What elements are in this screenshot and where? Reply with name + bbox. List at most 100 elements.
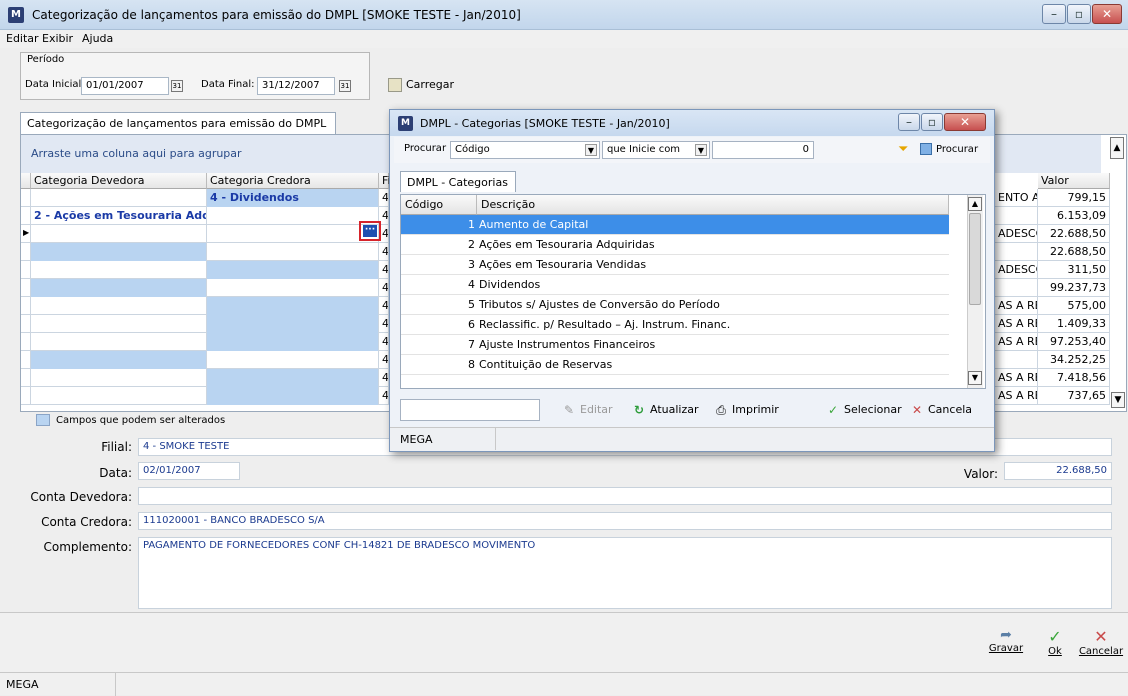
- cell-categoria-devedora[interactable]: [31, 351, 207, 369]
- row-indicator-cell[interactable]: [21, 189, 31, 207]
- cell-categoria-devedora[interactable]: [31, 333, 207, 351]
- dialog-scrollbar[interactable]: ▲ ▼: [967, 195, 983, 388]
- calendar-icon[interactable]: 31: [339, 80, 351, 92]
- gravar-button[interactable]: ➦ Gravar: [986, 627, 1026, 654]
- dialog-quick-input[interactable]: [400, 399, 540, 421]
- cell-categoria-credora[interactable]: [207, 333, 379, 351]
- dialog-scroll-up-button[interactable]: ▲: [968, 197, 982, 211]
- cell-categoria-devedora[interactable]: [31, 279, 207, 297]
- column-header-descricao[interactable]: Descrição: [477, 195, 949, 215]
- row-indicator-cell[interactable]: [21, 279, 31, 297]
- search-field-select[interactable]: Código ▼: [450, 141, 600, 159]
- list-item[interactable]: 5 Tributos s/ Ajustes de Conversão do Per…: [401, 295, 949, 315]
- cell-valor[interactable]: 737,65: [1038, 387, 1110, 405]
- cell-categoria-credora[interactable]: 4 - Dividendos: [207, 189, 379, 207]
- cell-historico[interactable]: ADESCO: [995, 261, 1038, 279]
- column-header-codigo[interactable]: Código: [401, 195, 477, 215]
- cell-historico[interactable]: ADESCO: [995, 225, 1038, 243]
- editar-button[interactable]: ✎ Editar: [562, 403, 613, 417]
- cell-fi[interactable]: 4: [379, 351, 389, 369]
- cell-valor[interactable]: 6.153,09: [1038, 207, 1110, 225]
- cell-categoria-devedora[interactable]: [31, 387, 207, 405]
- search-mode-select[interactable]: que Inicie com ▼: [602, 141, 710, 159]
- column-header-credora[interactable]: Categoria Credora: [207, 173, 379, 189]
- start-date-input[interactable]: 01/01/2007: [81, 77, 169, 95]
- cell-categoria-credora[interactable]: [207, 243, 379, 261]
- dialog-scroll-thumb[interactable]: [969, 213, 981, 305]
- cell-fi[interactable]: 4: [379, 387, 389, 405]
- cell-fi[interactable]: 4: [379, 297, 389, 315]
- calendar-icon[interactable]: 31: [171, 80, 183, 92]
- menu-editar[interactable]: Editar: [6, 32, 39, 45]
- cell-categoria-credora[interactable]: [207, 279, 379, 297]
- cell-fi[interactable]: 4: [379, 315, 389, 333]
- scroll-up-button[interactable]: ▲: [1110, 137, 1124, 159]
- cell-valor[interactable]: 7.418,56: [1038, 369, 1110, 387]
- row-indicator-cell[interactable]: [21, 207, 31, 225]
- cell-historico[interactable]: [995, 243, 1038, 261]
- row-indicator-cell[interactable]: [21, 369, 31, 387]
- cell-fi[interactable]: 4: [379, 189, 389, 207]
- cell-historico[interactable]: [995, 351, 1038, 369]
- dialog-scroll-down-button[interactable]: ▼: [968, 371, 982, 385]
- cell-categoria-credora[interactable]: [207, 315, 379, 333]
- load-button[interactable]: Carregar: [388, 78, 454, 92]
- list-item[interactable]: 8 Contituição de Reservas: [401, 355, 949, 375]
- cell-valor[interactable]: 1.409,33: [1038, 315, 1110, 333]
- filter-icon[interactable]: ⏷: [898, 142, 908, 157]
- cell-categoria-devedora[interactable]: [31, 261, 207, 279]
- cell-fi[interactable]: 4: [379, 333, 389, 351]
- dialog-minimize-button[interactable]: –: [898, 113, 920, 131]
- row-indicator-cell[interactable]: [21, 387, 31, 405]
- cell-categoria-credora[interactable]: [207, 207, 379, 225]
- atualizar-button[interactable]: ↻ Atualizar: [632, 403, 699, 417]
- cell-valor[interactable]: 311,50: [1038, 261, 1110, 279]
- cell-historico[interactable]: AS A REC: [995, 315, 1038, 333]
- valor-field[interactable]: 22.688,50: [1004, 462, 1112, 480]
- data-field[interactable]: 02/01/2007: [138, 462, 240, 480]
- conta-credora-field[interactable]: 111020001 - BANCO BRADESCO S/A: [138, 512, 1112, 530]
- tab-categorizacao[interactable]: Categorização de lançamentos para emissã…: [20, 112, 336, 134]
- cell-historico[interactable]: [995, 207, 1038, 225]
- row-indicator-cell[interactable]: [21, 243, 31, 261]
- list-item[interactable]: 6 Reclassific. p/ Resultado – Aj. Instrum…: [401, 315, 949, 335]
- row-indicator-cell[interactable]: [21, 315, 31, 333]
- column-header-fi[interactable]: Fi: [379, 173, 391, 189]
- list-item[interactable]: 2 Ações em Tesouraria Adquiridas: [401, 235, 949, 255]
- cell-categoria-credora[interactable]: [207, 351, 379, 369]
- cell-categoria-devedora[interactable]: [31, 297, 207, 315]
- row-indicator-cell[interactable]: [21, 351, 31, 369]
- cell-historico[interactable]: ENTO A: [995, 189, 1038, 207]
- cell-historico[interactable]: [995, 279, 1038, 297]
- cell-historico[interactable]: AS A REC: [995, 369, 1038, 387]
- row-indicator-cell[interactable]: [21, 333, 31, 351]
- ellipsis-lookup-button[interactable]: ···: [363, 225, 377, 237]
- cell-fi[interactable]: 4: [379, 261, 389, 279]
- chevron-down-icon[interactable]: ▼: [695, 144, 707, 156]
- cell-fi[interactable]: 4: [379, 369, 389, 387]
- scroll-down-button[interactable]: ▼: [1111, 392, 1125, 408]
- list-item[interactable]: 3 Ações em Tesouraria Vendidas: [401, 255, 949, 275]
- column-header-valor[interactable]: Valor: [1038, 173, 1110, 189]
- cell-categoria-credora[interactable]: [207, 387, 379, 405]
- cell-categoria-credora[interactable]: [207, 369, 379, 387]
- search-value-input[interactable]: 0: [712, 141, 814, 159]
- cell-categoria-credora[interactable]: [207, 261, 379, 279]
- cell-categoria-credora[interactable]: [207, 225, 379, 243]
- cell-valor[interactable]: 22.688,50: [1038, 225, 1110, 243]
- cell-valor[interactable]: 575,00: [1038, 297, 1110, 315]
- row-indicator-cell[interactable]: [21, 261, 31, 279]
- menu-exibir[interactable]: Exibir: [42, 32, 73, 45]
- selecionar-button[interactable]: ✓ Selecionar: [826, 403, 902, 417]
- cell-categoria-devedora[interactable]: [31, 243, 207, 261]
- dialog-close-button[interactable]: ✕: [944, 113, 986, 131]
- ok-button[interactable]: ✓ Ok: [1040, 627, 1070, 657]
- cell-valor[interactable]: 97.253,40: [1038, 333, 1110, 351]
- complemento-field[interactable]: PAGAMENTO DE FORNECEDORES CONF CH-14821 …: [138, 537, 1112, 609]
- cell-fi[interactable]: 4: [379, 243, 389, 261]
- column-header-devedora[interactable]: Categoria Devedora: [31, 173, 207, 189]
- conta-devedora-field[interactable]: [138, 487, 1112, 505]
- cell-fi[interactable]: 4: [379, 279, 389, 297]
- cell-categoria-devedora[interactable]: 2 - Ações em Tesouraria Adq: [31, 207, 207, 225]
- close-button[interactable]: ✕: [1092, 4, 1122, 24]
